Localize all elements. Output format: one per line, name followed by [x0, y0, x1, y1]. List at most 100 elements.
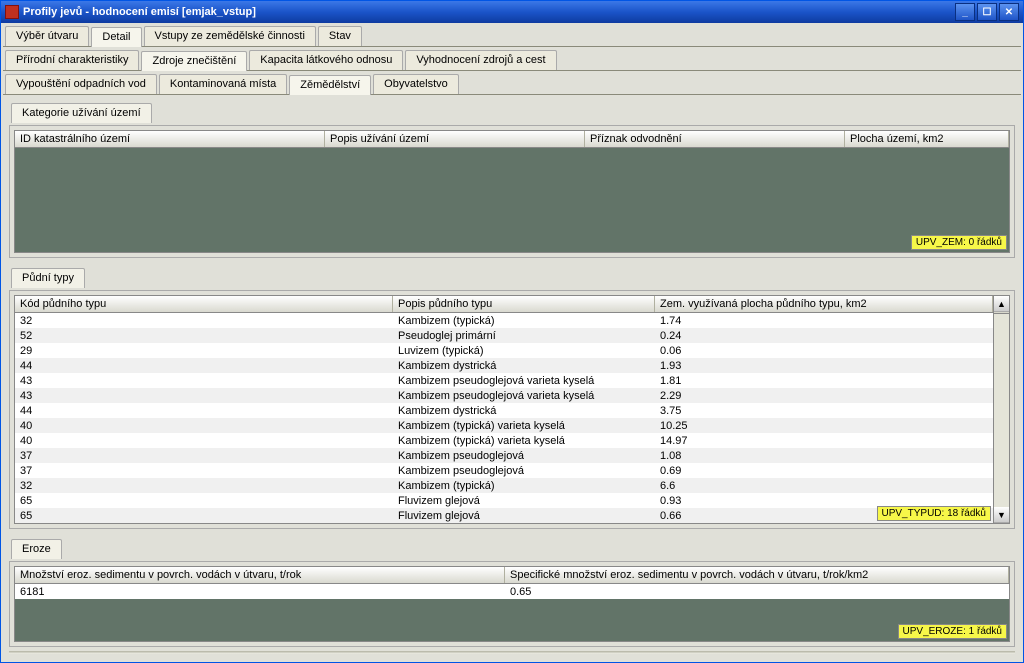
app-icon	[5, 5, 19, 19]
pudni-scrollbar[interactable]: ▼	[994, 313, 1010, 524]
pudni-tab[interactable]: Půdní typy	[11, 268, 85, 288]
tab-obyvatelstvo[interactable]: Obyvatelstvo	[373, 74, 459, 94]
kategorie-groupbox: ID katastrálního území Popis užívání úze…	[9, 125, 1015, 258]
cell-kod: 52	[15, 329, 393, 343]
table-row[interactable]: 32Kambizem (typická)1.74	[15, 313, 993, 328]
table-row[interactable]: 43Kambizem pseudoglejová varieta kyselá1…	[15, 373, 993, 388]
cell-kod: 37	[15, 449, 393, 463]
tab-stav[interactable]: Stav	[318, 26, 362, 46]
kategorie-tab-wrap: Kategorie užívání území	[9, 101, 1015, 123]
pudni-status: UPV_TYPUD: 18 řádků	[877, 506, 992, 521]
cell-popis: Kambizem (typická) varieta kyselá	[393, 434, 655, 448]
cell-popis: Kambizem pseudoglejová	[393, 464, 655, 478]
cell-plocha: 10.25	[655, 419, 993, 433]
pudni-scroll-down-icon[interactable]: ▼	[994, 507, 1009, 523]
eroze-tab-wrap: Eroze	[9, 537, 1015, 559]
pudni-col-popis[interactable]: Popis půdního typu	[393, 296, 655, 312]
sub2-tabstrip: Vypouštění odpadních vod Kontaminovaná m…	[3, 73, 1021, 95]
kategorie-col-id[interactable]: ID katastrálního území	[15, 131, 325, 147]
kategorie-status: UPV_ZEM: 0 řádků	[911, 235, 1007, 250]
eroze-col-specificke[interactable]: Specifické množství eroz. sedimentu v po…	[505, 567, 1009, 583]
cell-specificke: 0.65	[505, 585, 1009, 599]
cell-kod: 44	[15, 404, 393, 418]
cell-kod: 65	[15, 509, 393, 523]
table-row[interactable]: 65Fluvizem glejová0.66	[15, 508, 993, 523]
main-tabstrip: Výběr útvaru Detail Vstupy ze zemědělské…	[3, 25, 1021, 47]
cell-popis: Kambizem pseudoglejová	[393, 449, 655, 463]
tab-vyber-utvaru[interactable]: Výběr útvaru	[5, 26, 89, 46]
cell-plocha: 1.81	[655, 374, 993, 388]
eroze-grid-body: 61810.65 UPV_EROZE: 1 řádků	[14, 584, 1010, 642]
tab-kontaminovana[interactable]: Kontaminovaná místa	[159, 74, 287, 94]
cell-plocha: 0.06	[655, 344, 993, 358]
cell-plocha: 1.93	[655, 359, 993, 373]
window-title: Profily jevů - hodnocení emisí [emjak_vs…	[23, 6, 256, 18]
cell-kod: 32	[15, 479, 393, 493]
titlebar: Profily jevů - hodnocení emisí [emjak_vs…	[1, 1, 1023, 23]
table-row[interactable]: 44Kambizem dystrická1.93	[15, 358, 993, 373]
cell-popis: Luvizem (typická)	[393, 344, 655, 358]
tab-zemedelstvi[interactable]: Zěmědělství	[289, 75, 371, 95]
kategorie-col-popis[interactable]: Popis užívání území	[325, 131, 585, 147]
table-row[interactable]: 37Kambizem pseudoglejová0.69	[15, 463, 993, 478]
kategorie-tab[interactable]: Kategorie užívání území	[11, 103, 152, 123]
table-row[interactable]: 32Kambizem (typická)6.6	[15, 478, 993, 493]
table-row[interactable]: 52Pseudoglej primární0.24	[15, 328, 993, 343]
kategorie-col-priznak[interactable]: Příznak odvodnění	[585, 131, 845, 147]
cell-popis: Kambizem (typická)	[393, 479, 655, 493]
kategorie-col-plocha[interactable]: Plocha území, km2	[845, 131, 1009, 147]
minimize-button[interactable]: _	[955, 3, 975, 21]
tab-zdroje[interactable]: Zdroje znečištění	[141, 51, 247, 71]
cell-kod: 44	[15, 359, 393, 373]
cell-kod: 37	[15, 464, 393, 478]
body-area: Výběr útvaru Detail Vstupy ze zemědělské…	[1, 23, 1023, 662]
pudni-scroll-up-icon[interactable]: ▲	[994, 296, 1009, 312]
table-row[interactable]: 37Kambizem pseudoglejová1.08	[15, 448, 993, 463]
close-button[interactable]: ✕	[999, 3, 1019, 21]
bottom-bevel	[9, 651, 1015, 654]
cell-kod: 65	[15, 494, 393, 508]
cell-plocha: 6.6	[655, 479, 993, 493]
pudni-col-kod[interactable]: Kód půdního typu	[15, 296, 393, 312]
cell-plocha: 2.29	[655, 389, 993, 403]
cell-kod: 40	[15, 419, 393, 433]
cell-popis: Kambizem dystrická	[393, 404, 655, 418]
table-row[interactable]: 40Kambizem (typická) varieta kyselá10.25	[15, 418, 993, 433]
cell-plocha: 1.74	[655, 314, 993, 328]
cell-kod: 29	[15, 344, 393, 358]
pudni-rows: 32Kambizem (typická)1.7452Pseudoglej pri…	[15, 313, 993, 523]
cell-popis: Kambizem dystrická	[393, 359, 655, 373]
maximize-button[interactable]: ☐	[977, 3, 997, 21]
tab-vstupy-zemed[interactable]: Vstupy ze zemědělské činnosti	[144, 26, 316, 46]
pudni-tab-wrap: Půdní typy	[9, 266, 1015, 288]
tab-kapacita[interactable]: Kapacita látkového odnosu	[249, 50, 403, 70]
table-row[interactable]: 40Kambizem (typická) varieta kyselá14.97	[15, 433, 993, 448]
cell-kod: 32	[15, 314, 393, 328]
cell-plocha: 0.69	[655, 464, 993, 478]
eroze-rows: 61810.65	[15, 584, 1009, 599]
pudni-col-plocha[interactable]: Zem. využívaná plocha půdního typu, km2	[655, 296, 993, 312]
eroze-col-mnozstvi[interactable]: Množství eroz. sedimentu v povrch. vodác…	[15, 567, 505, 583]
pudni-grid-header: Kód půdního typu Popis půdního typu Zem.…	[14, 295, 994, 313]
table-row[interactable]: 44Kambizem dystrická3.75	[15, 403, 993, 418]
eroze-status: UPV_EROZE: 1 řádků	[898, 624, 1007, 639]
table-row[interactable]: 43Kambizem pseudoglejová varieta kyselá2…	[15, 388, 993, 403]
kategorie-grid-body: UPV_ZEM: 0 řádků	[14, 148, 1010, 253]
table-row[interactable]: 65Fluvizem glejová0.93	[15, 493, 993, 508]
tab-prirodni[interactable]: Přírodní charakteristiky	[5, 50, 139, 70]
tab-detail[interactable]: Detail	[91, 27, 141, 47]
cell-mnozstvi: 6181	[15, 585, 505, 599]
tab-vypousteni[interactable]: Vypouštění odpadních vod	[5, 74, 157, 94]
table-row[interactable]: 61810.65	[15, 584, 1009, 599]
kategorie-grid-header: ID katastrálního území Popis užívání úze…	[14, 130, 1010, 148]
eroze-groupbox: Množství eroz. sedimentu v povrch. vodác…	[9, 561, 1015, 647]
cell-kod: 43	[15, 374, 393, 388]
table-row[interactable]: 29Luvizem (typická)0.06	[15, 343, 993, 358]
pudni-grid-body: 32Kambizem (typická)1.7452Pseudoglej pri…	[14, 313, 994, 524]
cell-popis: Fluvizem glejová	[393, 509, 655, 523]
cell-popis: Kambizem (typická)	[393, 314, 655, 328]
cell-plocha: 0.24	[655, 329, 993, 343]
tab-vyhodnoceni[interactable]: Vyhodnocení zdrojů a cest	[405, 50, 556, 70]
eroze-tab[interactable]: Eroze	[11, 539, 62, 559]
sub-tabstrip: Přírodní charakteristiky Zdroje znečiště…	[3, 49, 1021, 71]
